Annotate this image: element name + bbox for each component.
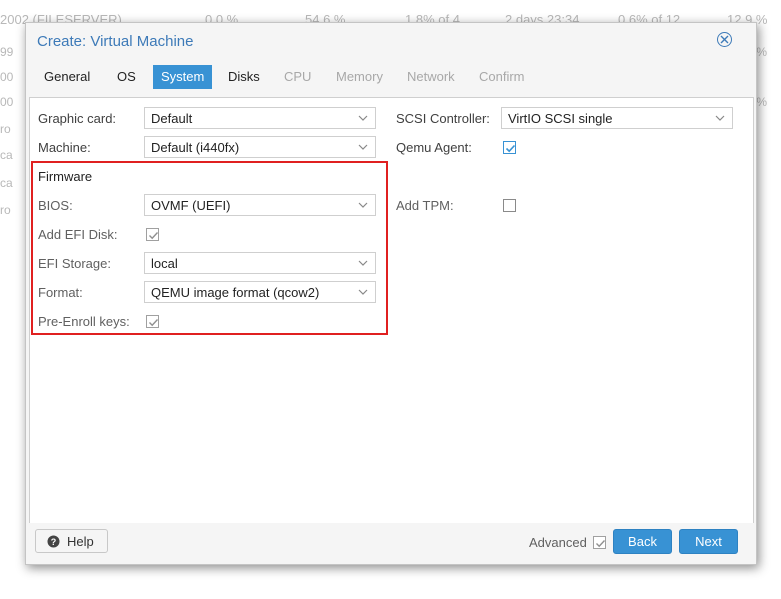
- bg-side-text: ca: [0, 148, 13, 162]
- format-select[interactable]: QEMU image format (qcow2): [144, 281, 376, 303]
- tab-confirm: Confirm: [479, 69, 525, 84]
- efi-storage-label: EFI Storage:: [38, 256, 111, 271]
- chevron-down-icon: [715, 115, 725, 121]
- system-panel: Graphic card: Default Machine: Default (…: [29, 97, 754, 525]
- bg-side-text: 00: [0, 70, 14, 84]
- checkmark-icon: [596, 540, 606, 548]
- checkmark-icon: [149, 232, 159, 240]
- next-button[interactable]: Next: [679, 529, 738, 554]
- firmware-highlight-box: [31, 161, 388, 335]
- close-button[interactable]: [717, 32, 732, 47]
- tab-disks[interactable]: Disks: [220, 65, 268, 89]
- bg-side-text: %: [756, 95, 767, 109]
- bg-side-text: 99: [0, 45, 14, 59]
- scsi-controller-select[interactable]: VirtIO SCSI single: [501, 107, 733, 129]
- scsi-controller-value: VirtIO SCSI single: [508, 111, 613, 126]
- back-button[interactable]: Back: [613, 529, 672, 554]
- dialog-footer: ? Help Advanced Back Next: [26, 523, 756, 564]
- checkmark-icon: [505, 144, 516, 153]
- advanced-checkbox[interactable]: [593, 536, 606, 549]
- bios-label: BIOS:: [38, 198, 73, 213]
- machine-label: Machine:: [38, 140, 91, 155]
- pre-enroll-keys-checkbox[interactable]: [146, 315, 159, 328]
- efi-storage-value: local: [151, 256, 178, 271]
- graphic-card-select[interactable]: Default: [144, 107, 376, 129]
- graphic-card-label: Graphic card:: [38, 111, 117, 126]
- add-efi-disk-label: Add EFI Disk:: [38, 227, 118, 242]
- graphic-card-value: Default: [151, 111, 193, 126]
- tab-system[interactable]: System: [153, 65, 213, 89]
- chevron-down-icon: [358, 289, 368, 295]
- svg-text:?: ?: [51, 537, 57, 547]
- format-value: QEMU image format (qcow2): [151, 285, 320, 300]
- create-vm-dialog: Create: Virtual Machine General OS Syste…: [25, 22, 757, 565]
- format-label: Format:: [38, 285, 83, 300]
- tab-network: Network: [407, 69, 455, 84]
- efi-storage-select[interactable]: local: [144, 252, 376, 274]
- bios-value: OVMF (UEFI): [151, 198, 231, 213]
- qemu-agent-checkbox[interactable]: [503, 141, 516, 154]
- machine-select[interactable]: Default (i440fx): [144, 136, 376, 158]
- dialog-titlebar: Create: Virtual Machine: [26, 23, 756, 61]
- qemu-agent-label: Qemu Agent:: [396, 140, 472, 155]
- close-icon: [720, 35, 729, 44]
- pre-enroll-keys-label: Pre-Enroll keys:: [38, 314, 130, 329]
- chevron-down-icon: [358, 115, 368, 121]
- tab-general[interactable]: General: [36, 65, 98, 89]
- chevron-down-icon: [358, 260, 368, 266]
- bios-select[interactable]: OVMF (UEFI): [144, 194, 376, 216]
- add-tpm-checkbox[interactable]: [503, 199, 516, 212]
- machine-value: Default (i440fx): [151, 140, 240, 155]
- firmware-section-title: Firmware: [38, 169, 93, 184]
- chevron-down-icon: [358, 144, 368, 150]
- bg-side-text: %: [756, 45, 767, 59]
- chevron-down-icon: [358, 202, 368, 208]
- bg-side-text: 00: [0, 95, 14, 109]
- bg-side-text: ro: [0, 122, 11, 136]
- tab-os[interactable]: OS: [109, 65, 144, 89]
- scsi-controller-label: SCSI Controller:: [396, 111, 490, 126]
- tab-cpu: CPU: [284, 69, 312, 84]
- advanced-label: Advanced: [529, 535, 587, 550]
- dialog-title: Create: Virtual Machine: [37, 33, 194, 50]
- question-circle-icon: ?: [47, 535, 60, 548]
- tab-memory: Memory: [336, 69, 383, 84]
- add-tpm-label: Add TPM:: [396, 198, 454, 213]
- bg-side-text: ca: [0, 176, 13, 190]
- help-button[interactable]: ? Help: [35, 529, 108, 553]
- help-label: Help: [67, 534, 94, 549]
- add-efi-disk-checkbox[interactable]: [146, 228, 159, 241]
- checkmark-icon: [149, 319, 159, 327]
- bg-side-text: ro: [0, 203, 11, 217]
